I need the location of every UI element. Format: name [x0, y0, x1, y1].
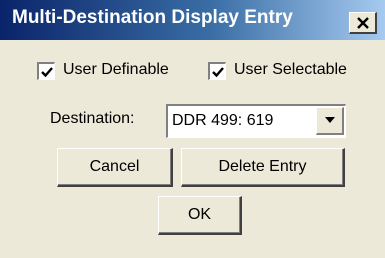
destination-dropdown[interactable]: DDR 499: 619 [166, 104, 346, 138]
close-icon [357, 17, 369, 29]
checkmark-icon [41, 67, 53, 78]
ok-button[interactable]: OK [158, 196, 242, 235]
title-bar[interactable]: Multi-Destination Display Entry [0, 0, 385, 40]
user-selectable-option[interactable]: User Selectable [208, 61, 368, 84]
user-definable-label: User Definable [63, 61, 169, 78]
user-definable-option[interactable]: User Definable [37, 61, 187, 84]
destination-value: DDR 499: 619 [172, 112, 274, 129]
dialog-window: Multi-Destination Display Entry User Def… [0, 0, 385, 258]
ok-button-label: OK [187, 206, 212, 223]
checkmark-icon [212, 67, 224, 78]
chevron-down-icon [325, 117, 335, 123]
cancel-button[interactable]: Cancel [57, 148, 173, 187]
user-selectable-checkbox[interactable] [208, 62, 226, 80]
cancel-button-label: Cancel [89, 158, 140, 175]
delete-entry-button[interactable]: Delete Entry [181, 148, 345, 187]
dropdown-button[interactable] [316, 107, 344, 135]
user-definable-checkbox[interactable] [37, 62, 55, 80]
delete-entry-button-label: Delete Entry [218, 158, 307, 175]
window-title: Multi-Destination Display Entry [12, 7, 293, 28]
destination-label: Destination: [50, 110, 135, 127]
user-selectable-label: User Selectable [234, 61, 347, 78]
close-button[interactable] [349, 12, 377, 34]
